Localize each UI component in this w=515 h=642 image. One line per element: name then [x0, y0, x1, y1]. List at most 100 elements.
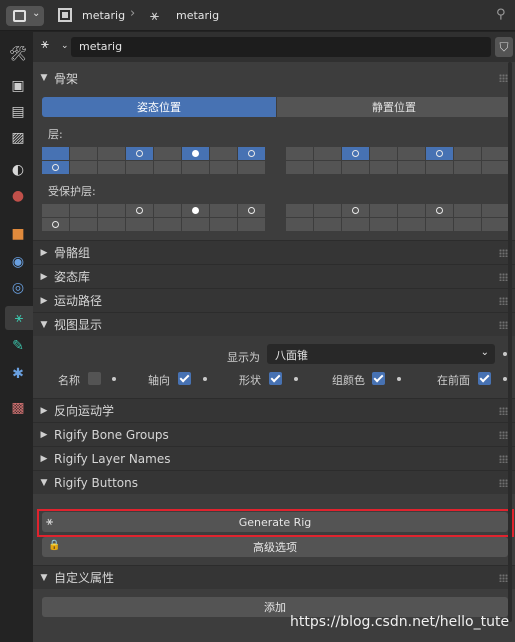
- in-front-checkbox[interactable]: [478, 372, 491, 385]
- protected-layer-toggle[interactable]: [210, 218, 237, 231]
- panel-viewport-display-header[interactable]: ▼ 视图显示: [33, 312, 515, 336]
- protected-layer-toggle[interactable]: [42, 218, 69, 231]
- armature-type-selector[interactable]: ⚹ ⌄: [41, 37, 71, 57]
- protected-layer-toggle[interactable]: [342, 204, 369, 217]
- breadcrumb-object[interactable]: metarig: [82, 9, 125, 22]
- pose-position-button[interactable]: 姿态位置: [42, 97, 276, 117]
- protected-layer-toggle[interactable]: [370, 218, 397, 231]
- panel-rigify-layer-names-header[interactable]: ▶ Rigify Layer Names: [33, 446, 515, 470]
- shapes-checkbox[interactable]: [269, 372, 282, 385]
- protected-layer-toggle[interactable]: [342, 218, 369, 231]
- layer-toggle[interactable]: [238, 147, 265, 160]
- tab-physics[interactable]: ◉: [6, 250, 30, 274]
- protected-layer-toggle[interactable]: [238, 218, 265, 231]
- layer-toggle[interactable]: [238, 161, 265, 174]
- protected-layer-toggle[interactable]: [454, 204, 481, 217]
- group-colors-checkbox[interactable]: [372, 372, 385, 385]
- layer-toggle[interactable]: [210, 161, 237, 174]
- protected-layer-toggle[interactable]: [126, 218, 153, 231]
- layer-toggle[interactable]: [70, 161, 97, 174]
- layer-toggle[interactable]: [70, 147, 97, 160]
- protected-layer-toggle[interactable]: [210, 204, 237, 217]
- protected-layer-toggle[interactable]: [286, 218, 313, 231]
- layer-toggle[interactable]: [370, 161, 397, 174]
- protected-layer-toggle[interactable]: [398, 204, 425, 217]
- protected-layer-toggle[interactable]: [70, 218, 97, 231]
- layer-toggle[interactable]: [98, 147, 125, 160]
- tab-view-layer[interactable]: ▨: [6, 126, 30, 150]
- layer-toggle[interactable]: [314, 161, 341, 174]
- layer-toggle[interactable]: [286, 147, 313, 160]
- layer-toggle[interactable]: [286, 161, 313, 174]
- layer-toggle[interactable]: [342, 161, 369, 174]
- protected-layer-toggle[interactable]: [426, 218, 453, 231]
- panel-skeleton-header[interactable]: ▼ 骨架: [33, 66, 515, 90]
- editor-type-button[interactable]: ⌄: [6, 6, 44, 26]
- armature-name-field[interactable]: metarig: [71, 37, 491, 57]
- layer-toggle[interactable]: [454, 161, 481, 174]
- tab-render[interactable]: ▣: [6, 74, 30, 98]
- layer-toggle[interactable]: [398, 161, 425, 174]
- panel-custom-properties-header[interactable]: ▼ 自定义属性: [33, 565, 515, 589]
- tab-scene[interactable]: ◐: [6, 158, 30, 182]
- panel-inverse-kinematics-header[interactable]: ▶ 反向运动学: [33, 398, 515, 422]
- layer-toggle[interactable]: [454, 147, 481, 160]
- rest-position-button[interactable]: 静置位置: [277, 97, 511, 117]
- tab-bone-constraints[interactable]: ✱: [6, 362, 30, 386]
- layer-toggle[interactable]: [154, 147, 181, 160]
- layer-toggle[interactable]: [482, 161, 509, 174]
- protected-layer-toggle[interactable]: [238, 204, 265, 217]
- names-checkbox[interactable]: [88, 372, 101, 385]
- protected-layer-toggle[interactable]: [126, 204, 153, 217]
- keyframe-dot-icon[interactable]: [503, 377, 507, 381]
- protected-layer-toggle[interactable]: [482, 218, 509, 231]
- panel-pose-library-header[interactable]: ▶ 姿态库: [33, 264, 515, 288]
- tab-texture[interactable]: ▩: [6, 396, 30, 420]
- tab-tool[interactable]: 🛠: [6, 42, 30, 66]
- keyframe-dot-icon[interactable]: [203, 377, 207, 381]
- protected-layer-toggle[interactable]: [286, 204, 313, 217]
- layer-toggle[interactable]: [42, 147, 69, 160]
- fake-user-shield-icon[interactable]: ⛉: [495, 37, 513, 57]
- axes-checkbox[interactable]: [178, 372, 191, 385]
- layer-toggle[interactable]: [126, 147, 153, 160]
- layer-toggle[interactable]: [314, 147, 341, 160]
- layer-toggle[interactable]: [182, 147, 209, 160]
- protected-layer-toggle[interactable]: [370, 204, 397, 217]
- tab-object[interactable]: ■: [6, 222, 30, 246]
- tab-armature-data[interactable]: ⚹: [5, 306, 33, 330]
- pin-icon[interactable]: ⚲: [496, 7, 506, 22]
- layer-toggle[interactable]: [98, 161, 125, 174]
- display-as-dropdown[interactable]: 八面锥 ⌄: [267, 344, 495, 364]
- protected-layer-toggle[interactable]: [70, 204, 97, 217]
- layer-toggle[interactable]: [182, 161, 209, 174]
- protected-layer-toggle[interactable]: [154, 218, 181, 231]
- keyframe-dot-icon[interactable]: [397, 377, 401, 381]
- layer-toggle[interactable]: [370, 147, 397, 160]
- protected-layer-toggle[interactable]: [42, 204, 69, 217]
- layer-toggle[interactable]: [482, 147, 509, 160]
- protected-layer-toggle[interactable]: [154, 204, 181, 217]
- layer-toggle[interactable]: [42, 161, 69, 174]
- protected-layer-toggle[interactable]: [398, 218, 425, 231]
- keyframe-dot-icon[interactable]: [294, 377, 298, 381]
- layer-toggle[interactable]: [426, 147, 453, 160]
- panel-rigify-buttons-header[interactable]: ▼ Rigify Buttons: [33, 470, 515, 494]
- layer-toggle[interactable]: [210, 147, 237, 160]
- panel-motion-paths-header[interactable]: ▶ 运动路径: [33, 288, 515, 312]
- layer-toggle[interactable]: [342, 147, 369, 160]
- protected-layer-toggle[interactable]: [426, 204, 453, 217]
- layer-toggle[interactable]: [126, 161, 153, 174]
- panel-rigify-bone-groups-header[interactable]: ▶ Rigify Bone Groups: [33, 422, 515, 446]
- protected-layer-toggle[interactable]: [182, 204, 209, 217]
- protected-layer-toggle[interactable]: [314, 218, 341, 231]
- protected-layer-toggle[interactable]: [314, 204, 341, 217]
- keyframe-dot-icon[interactable]: [503, 352, 507, 356]
- tab-output[interactable]: ▤: [6, 100, 30, 124]
- protected-layer-toggle[interactable]: [182, 218, 209, 231]
- layer-toggle[interactable]: [398, 147, 425, 160]
- keyframe-dot-icon[interactable]: [112, 377, 116, 381]
- tab-constraints[interactable]: ◎: [6, 276, 30, 300]
- layer-toggle[interactable]: [426, 161, 453, 174]
- tab-bone[interactable]: ✎: [6, 334, 30, 358]
